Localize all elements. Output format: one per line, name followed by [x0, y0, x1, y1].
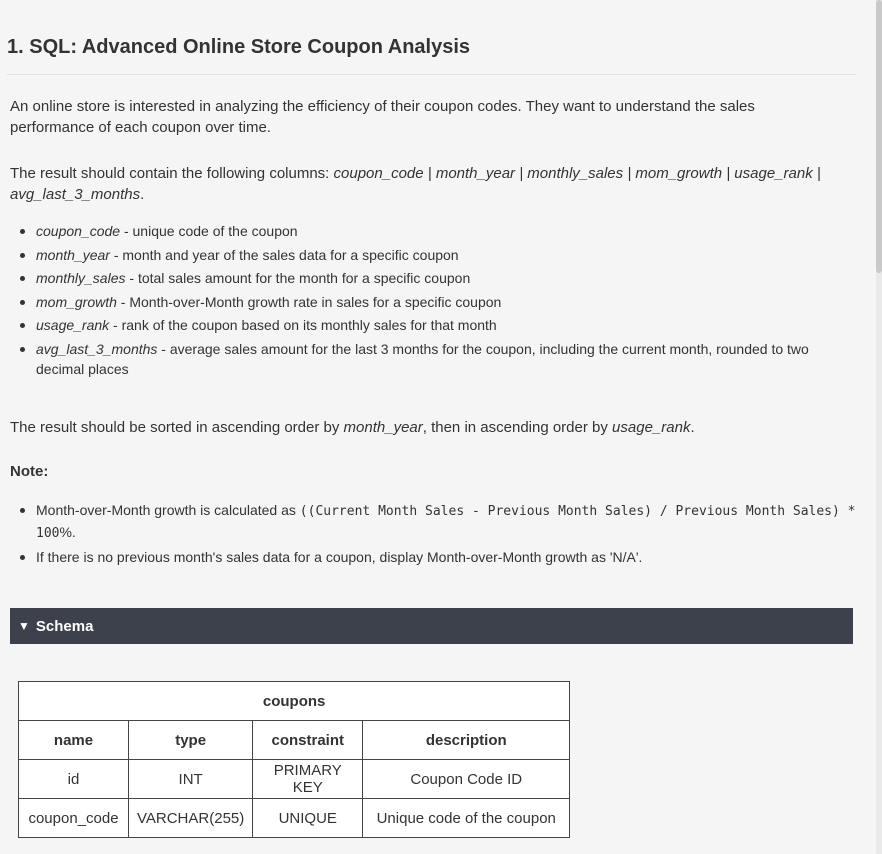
table-cell: coupon_code	[18, 798, 129, 838]
table-cell: Unique code of the coupon	[362, 798, 571, 838]
page-title: 1. SQL: Advanced Online Store Coupon Ana…	[7, 36, 471, 58]
schema-table: coupons name type constraint description…	[17, 681, 571, 838]
table-cell: VARCHAR(255)	[127, 798, 254, 838]
list-item: month_year - month and year of the sales…	[20, 245, 856, 265]
table-header-row: name type constraint description	[18, 720, 571, 760]
column-desc: - rank of the coupon based on its monthl…	[109, 317, 497, 334]
column-desc: - unique code of the coupon	[120, 223, 298, 239]
table-cell: PRIMARY KEY	[252, 759, 364, 799]
list-item: mom_growth - Month-over-Month growth rat…	[20, 292, 856, 312]
sort-field: usage_rank	[612, 419, 691, 436]
table-cell: UNIQUE	[252, 798, 364, 838]
sort-field: month_year	[343, 419, 423, 436]
column-name: coupon_code	[36, 223, 121, 239]
note-list: Month-over-Month growth is calculated as…	[10, 500, 856, 571]
columns-paragraph: The result should contain the following …	[10, 163, 840, 205]
sort-text: The result should be sorted in ascending…	[10, 419, 344, 436]
column-name: avg_last_3_months	[36, 340, 158, 357]
note-text: Month-over-Month growth is calculated as	[36, 502, 300, 518]
list-item: coupon_code - unique code of the coupon	[20, 221, 856, 241]
sort-text: , then in ascending order by	[422, 419, 613, 436]
column-desc: - month and year of the sales data for a…	[109, 246, 459, 263]
schema-label: Schema	[35, 617, 94, 635]
column-desc: - total sales amount for the month for a…	[125, 270, 471, 287]
sort-text: .	[690, 419, 695, 436]
triangle-down-icon: ▼	[18, 619, 30, 633]
problem-page: 1. SQL: Advanced Online Store Coupon Ana…	[0, 0, 882, 854]
note-text: %.	[59, 524, 76, 540]
note-title: Note:	[10, 463, 49, 480]
scrollbar-thumb[interactable]	[876, 0, 882, 273]
list-item: usage_rank - rank of the coupon based on…	[20, 315, 856, 335]
columns-suffix: .	[140, 186, 145, 203]
column-definitions-list: coupon_code - unique code of the coupon …	[10, 221, 856, 383]
table-cell: Coupon Code ID	[362, 759, 571, 799]
sort-paragraph: The result should be sorted in ascending…	[10, 417, 840, 438]
header-cell: description	[362, 720, 571, 760]
list-item: avg_last_3_months - average sales amount…	[20, 339, 856, 379]
header-cell: constraint	[252, 720, 364, 760]
intro-paragraph: An online store is interested in analyzi…	[10, 98, 755, 136]
column-name: mom_growth	[36, 293, 117, 310]
table-cell: INT	[127, 759, 254, 799]
table-title: coupons	[17, 681, 571, 721]
table-row: id INT PRIMARY KEY Coupon Code ID	[18, 759, 571, 799]
header-cell: type	[127, 720, 254, 760]
list-item: Month-over-Month growth is calculated as…	[20, 500, 856, 544]
header-cell: name	[18, 720, 129, 760]
column-desc: - Month-over-Month growth rate in sales …	[116, 293, 502, 310]
column-name: monthly_sales	[36, 270, 126, 287]
columns-prefix: The result should contain the following …	[10, 165, 334, 182]
note-text: If there is no previous month's sales da…	[36, 549, 643, 565]
list-item: If there is no previous month's sales da…	[20, 547, 856, 568]
schema-toggle[interactable]: ▼ Schema	[10, 608, 853, 644]
column-name: month_year	[36, 246, 110, 263]
table-row: coupon_code VARCHAR(255) UNIQUE Unique c…	[18, 798, 571, 838]
table-cell: id	[18, 759, 129, 799]
scrollbar-track[interactable]	[876, 0, 882, 854]
column-name: usage_rank	[36, 317, 110, 334]
title-divider	[7, 74, 856, 75]
list-item: monthly_sales - total sales amount for t…	[20, 268, 856, 288]
